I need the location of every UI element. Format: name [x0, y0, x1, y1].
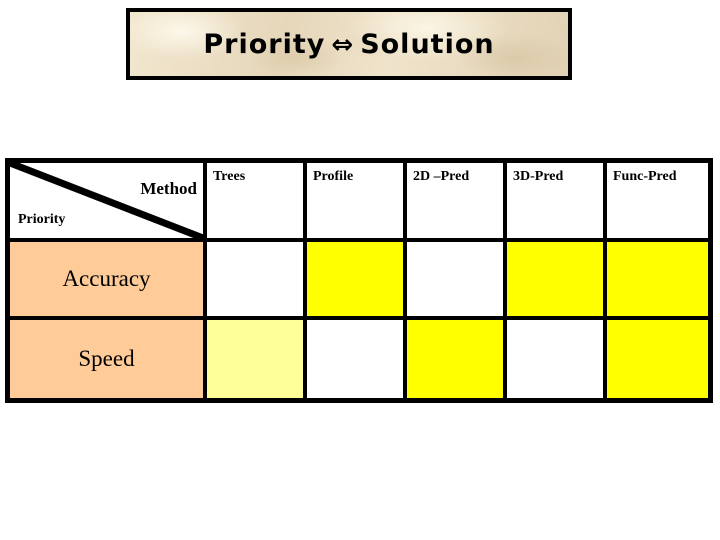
corner-method-label: Method	[140, 179, 197, 198]
cell-speed-3d-pred	[507, 320, 607, 398]
cell-accuracy-profile	[307, 242, 407, 320]
slide-title-text: Priority ⇔ Solution	[203, 29, 494, 60]
row-header-speed: Speed	[10, 320, 207, 398]
cell-accuracy-trees	[207, 242, 307, 320]
cell-speed-func-pred	[607, 320, 708, 398]
title-right-word: Solution	[360, 28, 495, 60]
column-header-3d-pred: 3D-Pred	[507, 163, 607, 242]
slide-title-banner: Priority ⇔ Solution	[126, 8, 572, 80]
left-right-arrow-icon: ⇔	[331, 29, 355, 60]
cell-accuracy-3d-pred	[507, 242, 607, 320]
corner-priority-label: Priority	[18, 212, 66, 227]
cell-accuracy-func-pred	[607, 242, 708, 320]
column-header-profile: Profile	[307, 163, 407, 242]
row-header-accuracy: Accuracy	[10, 242, 207, 320]
cell-speed-profile	[307, 320, 407, 398]
title-left-word: Priority	[203, 28, 326, 60]
table-corner-header-cell: Method Priority	[10, 163, 207, 242]
priority-method-matrix-table: Method Priority Trees Profile 2D –Pred 3…	[5, 158, 713, 403]
column-header-2d-pred: 2D –Pred	[407, 163, 507, 242]
cell-speed-trees	[207, 320, 307, 398]
column-header-trees: Trees	[207, 163, 307, 242]
column-header-func-pred: Func-Pred	[607, 163, 708, 242]
cell-accuracy-2d-pred	[407, 242, 507, 320]
cell-speed-2d-pred	[407, 320, 507, 398]
